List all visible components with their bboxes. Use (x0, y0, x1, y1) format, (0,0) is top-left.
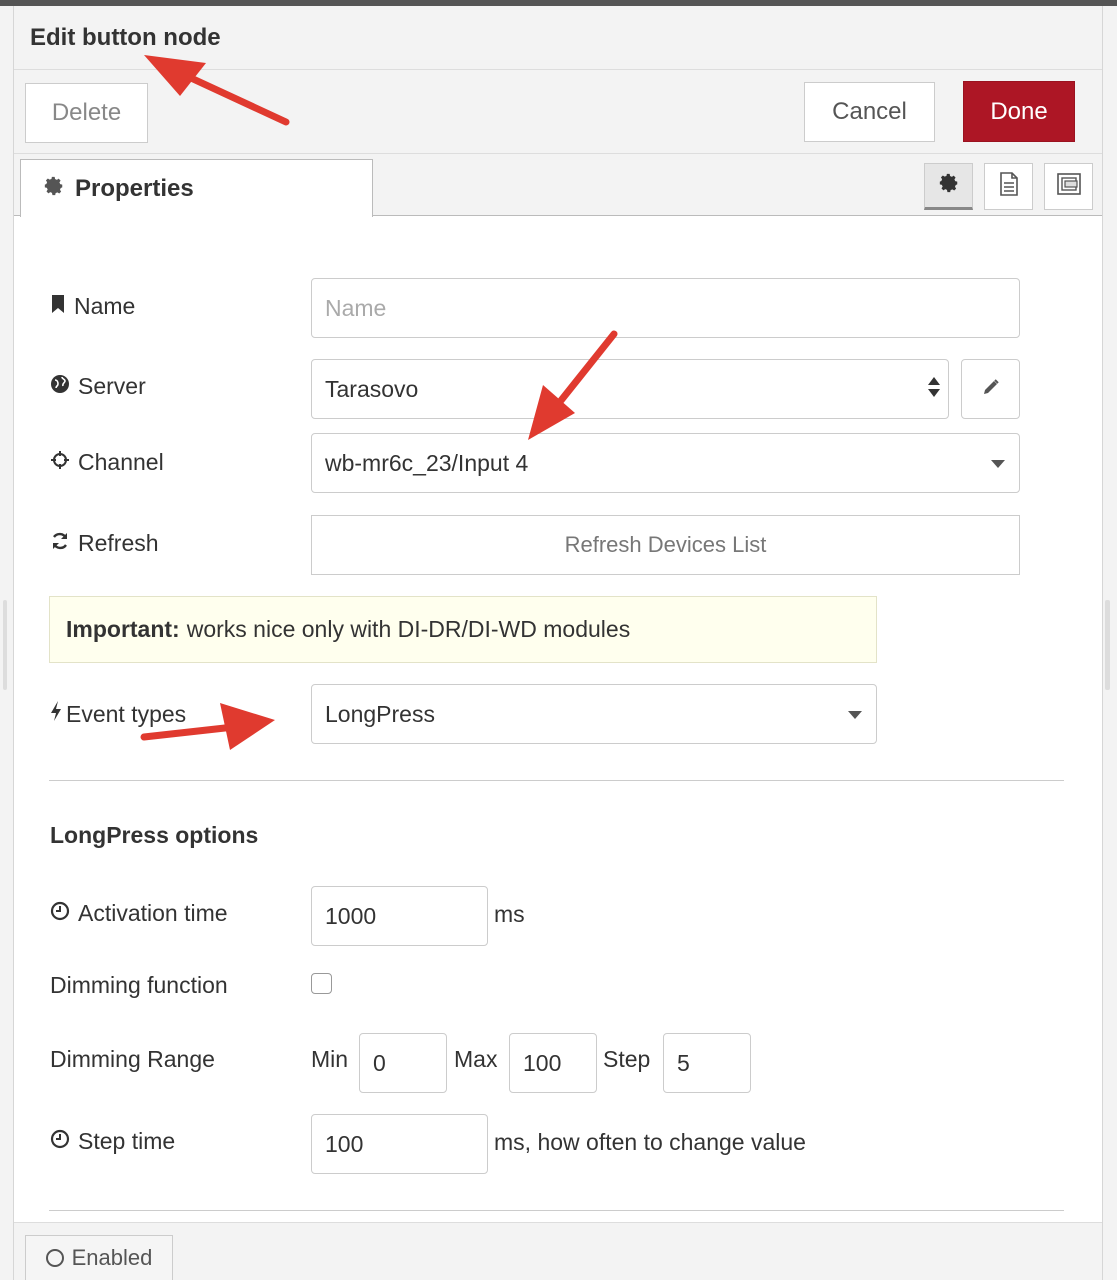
notice-bold: Important: (66, 616, 180, 642)
chevron-down-icon (991, 460, 1005, 468)
dimming-function-label: Dimming function (50, 972, 228, 998)
refresh-label-text: Refresh (78, 530, 159, 556)
globe-icon (50, 373, 70, 400)
dimming-min-label: Min (311, 1046, 349, 1072)
activation-time-unit: ms (494, 901, 525, 927)
gear-icon (938, 172, 960, 199)
dimming-step-input[interactable]: 5 (663, 1033, 751, 1093)
clock-icon (50, 900, 70, 927)
gear-icon (43, 175, 65, 202)
enabled-toggle-button[interactable]: Enabled (25, 1235, 173, 1280)
step-time-value: 100 (325, 1130, 364, 1157)
step-time-label-text: Step time (78, 1128, 176, 1154)
bookmark-icon (50, 293, 66, 320)
step-time-label: Step time (50, 1128, 175, 1155)
name-label-text: Name (74, 293, 136, 319)
tab-bar: Properties (14, 154, 1102, 217)
important-notice: Important: works nice only with DI-DR/DI… (49, 596, 877, 663)
clock-icon (50, 1128, 70, 1155)
refresh-devices-button[interactable]: Refresh Devices List (311, 515, 1020, 575)
dialog-title: Edit button node (30, 24, 221, 51)
dialog-toolbar: Delete Cancel Done (14, 70, 1102, 154)
circle-icon (45, 1249, 64, 1267)
divider (49, 780, 1064, 781)
divider (49, 1210, 1064, 1211)
event-types-label: Event types (50, 700, 186, 728)
dialog-header: Edit button node (14, 6, 1102, 70)
bolt-icon (50, 700, 62, 728)
dimming-step-value: 5 (677, 1049, 690, 1076)
cancel-button[interactable]: Cancel (804, 82, 935, 142)
step-time-unit: ms, how often to change value (494, 1129, 806, 1155)
server-select-value: Tarasovo (325, 375, 419, 402)
server-select[interactable]: Tarasovo (311, 359, 949, 419)
server-label-text: Server (78, 373, 146, 399)
select-updown-icon (928, 377, 940, 397)
done-button[interactable]: Done (963, 81, 1075, 142)
tab-properties[interactable]: Properties (20, 159, 373, 217)
dialog-footer: Enabled (14, 1222, 1102, 1280)
channel-label: Channel (50, 449, 164, 476)
activation-time-label: Activation time (50, 900, 228, 927)
server-label: Server (50, 373, 146, 400)
scrollbar-thumb[interactable] (1105, 600, 1110, 690)
refresh-icon (50, 530, 70, 557)
tab-settings-gear[interactable] (924, 163, 973, 210)
activation-time-value: 1000 (325, 902, 377, 929)
event-types-select[interactable]: LongPress (311, 684, 877, 744)
dimming-function-checkbox[interactable] (311, 973, 332, 994)
event-types-label-text: Event types (66, 700, 187, 727)
enabled-label: Enabled (71, 1245, 153, 1270)
dimming-min-input[interactable]: 0 (359, 1033, 447, 1093)
pencil-icon (981, 377, 1001, 402)
event-types-select-value: LongPress (325, 700, 435, 727)
dimming-max-value: 100 (523, 1049, 562, 1076)
notice-text: works nice only with DI-DR/DI-WD modules (186, 616, 631, 642)
delete-button[interactable]: Delete (25, 83, 148, 143)
activation-time-label-text: Activation time (78, 900, 228, 926)
longpress-options-heading: LongPress options (50, 822, 259, 848)
name-input[interactable]: Name (311, 278, 1020, 338)
activation-time-input[interactable]: 1000 (311, 886, 488, 946)
dimming-max-label: Max (454, 1046, 498, 1072)
tab-description[interactable] (984, 163, 1033, 210)
tab-appearance[interactable] (1044, 163, 1093, 210)
channel-label-text: Channel (78, 449, 164, 475)
channel-select-value: wb-mr6c_23/Input 4 (325, 449, 529, 476)
dimming-range-label: Dimming Range (50, 1046, 215, 1072)
channel-select[interactable]: wb-mr6c_23/Input 4 (311, 433, 1020, 493)
crosshairs-icon (50, 449, 70, 476)
frame-icon (1055, 171, 1083, 202)
tab-properties-label: Properties (75, 174, 194, 202)
name-input-placeholder: Name (325, 294, 387, 321)
left-resize-handle[interactable] (3, 600, 7, 690)
step-time-input[interactable]: 100 (311, 1114, 488, 1174)
dimming-step-label: Step (603, 1046, 651, 1072)
document-icon (998, 171, 1020, 202)
chevron-down-icon (848, 711, 862, 719)
refresh-label: Refresh (50, 530, 159, 557)
name-label: Name (50, 293, 135, 320)
dimming-min-value: 0 (373, 1049, 386, 1076)
dimming-max-input[interactable]: 100 (509, 1033, 597, 1093)
edit-server-button[interactable] (961, 359, 1020, 419)
